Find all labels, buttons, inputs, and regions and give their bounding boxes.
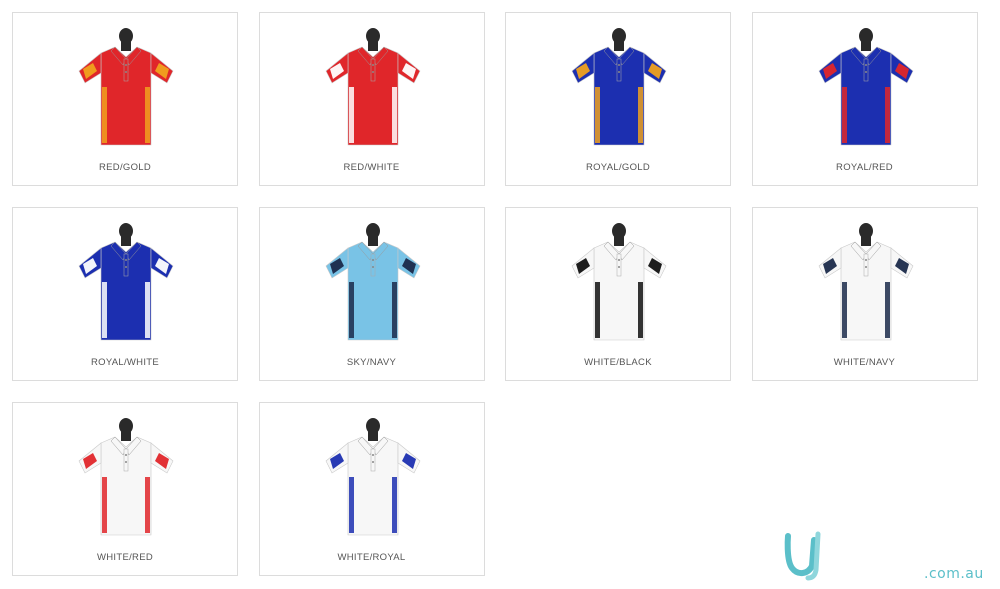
polo-shirt-image xyxy=(571,28,667,146)
product-card[interactable]: RED/GOLD xyxy=(12,12,238,186)
product-card[interactable]: ROYAL/WHITE xyxy=(12,207,238,381)
polo-shirt-image xyxy=(818,28,913,146)
product-color-label: ROYAL/GOLD xyxy=(585,162,651,173)
product-color-label: WHITE/BLACK xyxy=(584,357,652,368)
product-card[interactable]: WHITE/BLACK xyxy=(505,207,731,381)
polo-shirt-image xyxy=(78,418,174,536)
product-card[interactable]: WHITE/RED xyxy=(12,402,238,576)
u-logo-icon xyxy=(784,531,821,581)
product-color-label: RED/WHITE xyxy=(343,162,400,173)
product-color-label: WHITE/RED xyxy=(96,552,153,563)
product-card[interactable]: ROYAL/RED xyxy=(751,12,978,186)
polo-shirt-image xyxy=(571,223,667,341)
polo-shirt-image xyxy=(325,223,420,341)
product-card[interactable]: WHITE/ROYAL xyxy=(258,402,485,576)
product-card[interactable]: RED/WHITE xyxy=(258,12,485,186)
product-color-label: RED/GOLD xyxy=(98,162,152,173)
product-card[interactable]: WHITE/NAVY xyxy=(751,207,978,381)
product-color-label: WHITE/NAVY xyxy=(833,357,896,368)
product-color-label: ROYAL/RED xyxy=(836,162,893,173)
product-color-label: ROYAL/WHITE xyxy=(90,357,160,368)
polo-shirt-image xyxy=(325,28,420,146)
product-color-label: WHITE/ROYAL xyxy=(337,552,406,563)
polo-shirt-image xyxy=(818,223,913,341)
domain-text: .com.au xyxy=(924,566,984,582)
polo-shirt-image xyxy=(78,28,174,146)
polo-shirt-image xyxy=(325,418,420,536)
polo-shirt-image xyxy=(78,223,174,341)
product-color-label: SKY/NAVY xyxy=(346,357,397,368)
product-card[interactable]: SKY/NAVY xyxy=(258,207,485,381)
product-card[interactable]: ROYAL/GOLD xyxy=(505,12,731,186)
